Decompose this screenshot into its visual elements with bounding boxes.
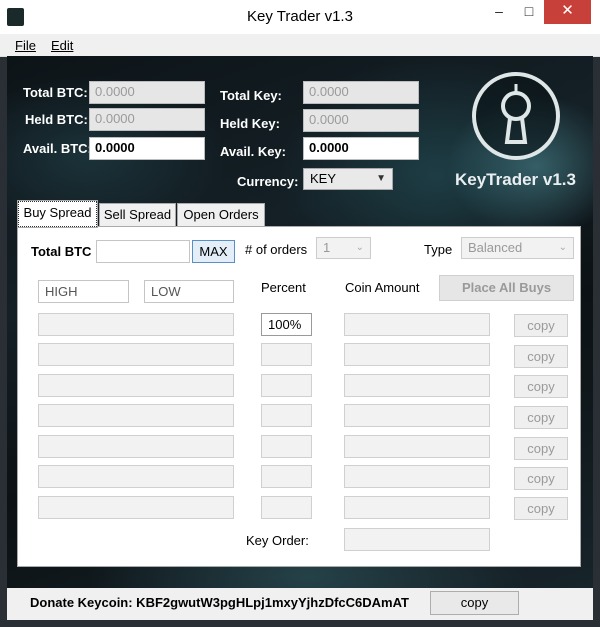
percent-field-1[interactable]: 100% [261,313,312,336]
price-field-7 [38,496,234,519]
currency-label: Currency: [237,174,299,189]
price-field-1 [38,313,234,336]
copy-button-1[interactable]: copy [514,314,568,337]
coin-amount-field-7 [344,496,490,519]
orders-label: # of orders [245,242,308,257]
copy-button-3[interactable]: copy [514,375,568,398]
copy-button-5[interactable]: copy [514,437,568,460]
coin-amount-field-6 [344,465,490,488]
percent-field-5[interactable] [261,435,312,458]
key-order-label: Key Order: [246,533,309,548]
copy-button-7[interactable]: copy [514,497,568,520]
percent-field-6[interactable] [261,465,312,488]
minimize-button[interactable]: – [484,0,514,24]
price-field-5 [38,435,234,458]
avail-btc-field: 0.0000 [89,137,205,160]
held-btc-field: 0.0000 [89,108,205,131]
copy-button-4[interactable]: copy [514,406,568,429]
price-field-2 [38,343,234,366]
price-field-4 [38,404,234,427]
type-select[interactable]: Balanced ⌄ [461,237,574,259]
chevron-down-icon: ▼ [376,173,386,184]
orders-value: 1 [323,240,331,255]
held-key-field: 0.0000 [303,109,419,132]
close-button[interactable]: ✕ [544,0,591,24]
keyhole-logo-icon [472,72,560,160]
avail-key-label: Avail. Key: [220,144,286,159]
coin-amount-field-5 [344,435,490,458]
percent-field-7[interactable] [261,496,312,519]
percent-field-3[interactable] [261,374,312,397]
menu-bar [0,34,600,57]
key-order-field [344,528,490,551]
currency-select[interactable]: KEY ▼ [303,168,393,190]
total-btc-input-label: Total BTC [31,244,92,259]
total-btc-input[interactable] [96,240,190,263]
orders-select[interactable]: 1 ⌄ [316,237,371,259]
total-btc-field: 0.0000 [89,81,205,104]
percent-field-4[interactable] [261,404,312,427]
coin-amount-field-1 [344,313,490,336]
maximize-button[interactable]: □ [514,0,544,24]
chevron-down-icon: ⌄ [558,242,567,253]
menu-file[interactable]: File [15,38,36,53]
place-all-buys-button[interactable]: Place All Buys [439,275,574,301]
low-input[interactable]: LOW [144,280,234,303]
copy-button-6[interactable]: copy [514,467,568,490]
donate-copy-button[interactable]: copy [430,591,519,615]
copy-button-2[interactable]: copy [514,345,568,368]
tab-buy-spread[interactable]: Buy Spread [17,200,98,228]
currency-value: KEY [310,171,337,186]
donate-label: Donate Keycoin: KBF2gwutW3pgHLpj1mxyYjhz… [30,595,409,610]
menu-edit[interactable]: Edit [51,38,73,53]
tab-open-orders[interactable]: Open Orders [177,203,265,226]
avail-key-field: 0.0000 [303,137,419,160]
percent-field-2[interactable] [261,343,312,366]
chevron-down-icon: ⌄ [355,242,364,253]
tab-sell-spread[interactable]: Sell Spread [99,203,176,226]
total-btc-label: Total BTC: [23,85,88,100]
held-btc-label: Held BTC: [25,112,88,127]
coin-amount-header: Coin Amount [345,280,420,295]
type-value: Balanced [468,240,523,255]
total-key-label: Total Key: [220,88,282,103]
high-input[interactable]: HIGH [38,280,129,303]
coin-amount-field-2 [344,343,490,366]
price-field-6 [38,465,234,488]
total-key-field: 0.0000 [303,81,419,104]
avail-btc-label: Avail. BTC: [23,141,92,156]
percent-header: Percent [261,280,306,295]
held-key-label: Held Key: [220,116,280,131]
max-button[interactable]: MAX [192,240,235,263]
coin-amount-field-4 [344,404,490,427]
price-field-3 [38,374,234,397]
logo-text: KeyTrader v1.3 [455,170,576,189]
type-label: Type [424,242,453,257]
coin-amount-field-3 [344,374,490,397]
